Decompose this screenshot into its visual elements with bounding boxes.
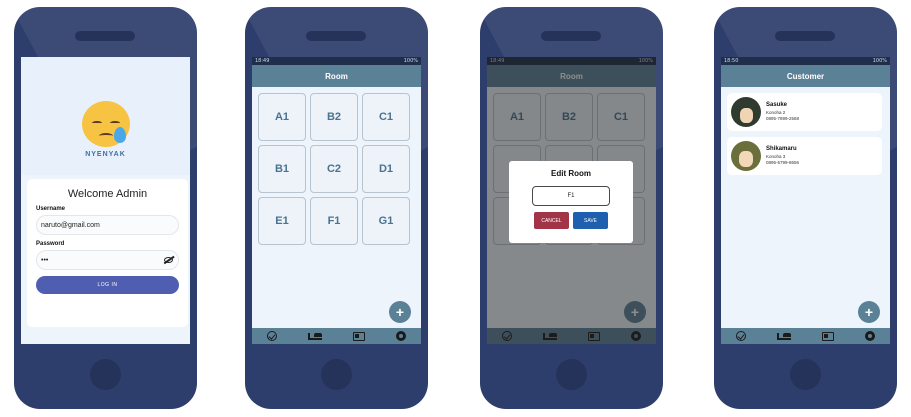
eye-right: [110, 121, 120, 125]
login-header: NYENYAK: [21, 57, 190, 175]
id-card-icon[interactable]: [821, 331, 834, 341]
password-label: Password: [36, 241, 65, 247]
check-circle-icon[interactable]: [736, 331, 747, 341]
password-value: •••: [41, 256, 49, 264]
room-name-input[interactable]: F1: [532, 186, 610, 206]
dialog-actions: CANCEL SAVE: [509, 212, 633, 229]
phone-room: 18:49 100% Room A1 B2 C1 B1 C2 D1 E1 F1 …: [245, 7, 428, 409]
home-button[interactable]: [90, 359, 121, 390]
edit-room-dialog: Edit Room F1 CANCEL SAVE: [509, 161, 633, 243]
login-button[interactable]: LOG IN: [36, 276, 179, 294]
add-room-button[interactable]: +: [389, 301, 411, 323]
gear-icon[interactable]: [864, 331, 875, 341]
speaker: [775, 31, 835, 41]
phone-login: NYENYAK Welcome Admin Username naruto@gm…: [14, 7, 197, 409]
password-input[interactable]: •••: [36, 250, 179, 270]
bottom-nav: [721, 328, 890, 344]
id-card-icon[interactable]: [352, 331, 365, 341]
edit-room-screen: 18:49 100% Room A1 B2 C1 B1 C2 D1 E1 F1 …: [487, 57, 656, 344]
login-screen: NYENYAK Welcome Admin Username naruto@gm…: [21, 57, 190, 344]
room-cell[interactable]: C1: [362, 93, 410, 141]
room-screen: 18:49 100% Room A1 B2 C1 B1 C2 D1 E1 F1 …: [252, 57, 421, 344]
room-cell[interactable]: F1: [310, 197, 358, 245]
status-time: 18:49: [255, 58, 270, 64]
brand-name: NYENYAK: [85, 151, 126, 158]
customer-phone: 0895-7899-2568: [766, 116, 800, 121]
bed-icon[interactable]: [777, 332, 792, 340]
customer-info: Sasuke Konoha 2 0895-7899-2568: [766, 102, 799, 122]
login-card: Welcome Admin Username naruto@gmail.com …: [27, 179, 188, 327]
room-grid: A1 B2 C1 B1 C2 D1 E1 F1 G1: [258, 93, 415, 245]
speaker: [541, 31, 601, 41]
status-time: 18:50: [724, 58, 739, 64]
bed-icon[interactable]: [308, 332, 323, 340]
avatar: [731, 141, 761, 171]
speaker: [75, 31, 135, 41]
avatar: [731, 97, 761, 127]
customer-name: Sasuke: [766, 102, 788, 108]
app-bar-title: Room: [252, 65, 421, 87]
room-cell[interactable]: B1: [258, 145, 306, 193]
phone-edit-room: 18:49 100% Room A1 B2 C1 B1 C2 D1 E1 F1 …: [480, 7, 663, 409]
status-bar: 18:50 100%: [721, 57, 890, 65]
room-cell[interactable]: E1: [258, 197, 306, 245]
room-cell[interactable]: G1: [362, 197, 410, 245]
room-cell[interactable]: C2: [310, 145, 358, 193]
customer-phone: 0895-5799-8656: [766, 160, 800, 165]
room-cell[interactable]: D1: [362, 145, 410, 193]
bottom-nav: [252, 328, 421, 344]
customer-screen: 18:50 100% Customer Sasuke Konoha 2 0895…: [721, 57, 890, 344]
room-cell[interactable]: B2: [310, 93, 358, 141]
add-customer-button[interactable]: +: [858, 301, 880, 323]
sad-emoji-logo: [82, 101, 130, 147]
check-circle-icon[interactable]: [267, 331, 278, 341]
phone-customer: 18:50 100% Customer Sasuke Konoha 2 0895…: [714, 7, 897, 409]
home-button[interactable]: [321, 359, 352, 390]
eye-left: [92, 121, 102, 125]
customer-name: Shikamaru: [766, 146, 797, 152]
status-battery: 100%: [403, 58, 418, 64]
room-cell[interactable]: A1: [258, 93, 306, 141]
username-value: naruto@gmail.com: [41, 221, 100, 229]
app-bar-title: Customer: [721, 65, 890, 87]
mouth: [99, 133, 113, 139]
customer-card[interactable]: Sasuke Konoha 2 0895-7899-2568: [727, 93, 882, 131]
customer-card[interactable]: Shikamaru Konoha 3 0895-5799-8656: [727, 137, 882, 175]
dialog-title: Edit Room: [551, 169, 591, 178]
eye-off-icon[interactable]: [164, 257, 173, 263]
customer-info: Shikamaru Konoha 3 0895-5799-8656: [766, 146, 799, 166]
home-button[interactable]: [556, 359, 587, 390]
username-input[interactable]: naruto@gmail.com: [36, 215, 179, 235]
status-bar: 18:49 100%: [252, 57, 421, 65]
status-battery: 100%: [872, 58, 887, 64]
tear: [114, 127, 126, 143]
save-button[interactable]: SAVE: [573, 212, 608, 229]
username-label: Username: [36, 206, 66, 212]
gear-icon[interactable]: [395, 331, 406, 341]
login-title: Welcome Admin: [67, 188, 148, 200]
home-button[interactable]: [790, 359, 821, 390]
speaker: [306, 31, 366, 41]
cancel-button[interactable]: CANCEL: [534, 212, 569, 229]
